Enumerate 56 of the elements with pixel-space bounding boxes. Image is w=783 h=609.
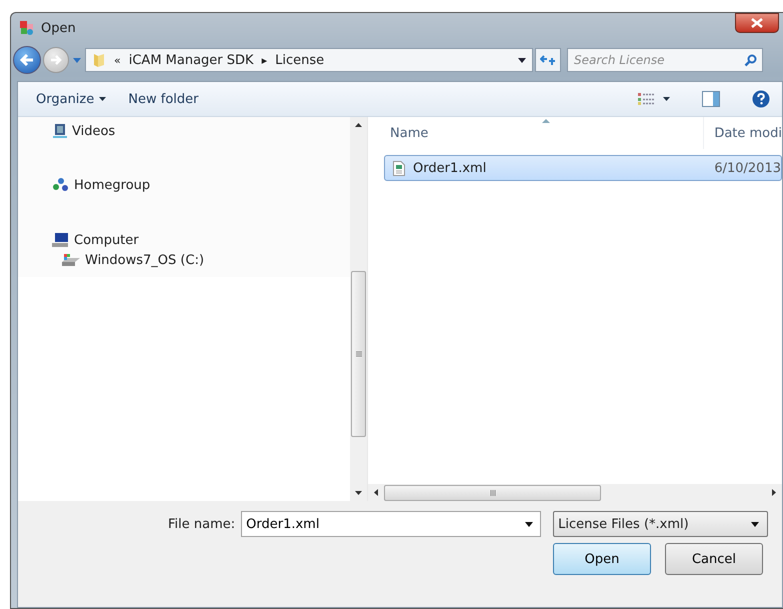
sidebar-item[interactable]: Windows7_OS (C:) bbox=[18, 250, 350, 270]
grip-icon bbox=[490, 490, 496, 496]
computer-icon bbox=[52, 232, 70, 248]
file-name-label: File name: bbox=[168, 516, 236, 532]
preview-pane-icon bbox=[702, 91, 720, 107]
address-bar[interactable]: « iCAM Manager SDK ▸ License bbox=[85, 48, 533, 72]
file-name: Order1.xml bbox=[413, 160, 486, 176]
scrollbar-thumb[interactable] bbox=[384, 484, 601, 500]
dropdown-caret-icon bbox=[751, 522, 760, 526]
refresh-arrows-icon bbox=[540, 54, 556, 66]
organize-menu[interactable]: Organize bbox=[32, 88, 110, 110]
file-type-dropdown[interactable]: License Files (*.xml) bbox=[553, 511, 768, 537]
column-header[interactable]: Date modi bbox=[704, 117, 782, 149]
dropdown-caret-icon[interactable] bbox=[518, 58, 526, 62]
close-button[interactable] bbox=[735, 13, 779, 33]
sidebar-item[interactable]: Homegroup bbox=[18, 175, 350, 195]
homegroup-icon bbox=[52, 177, 70, 193]
file-name-field[interactable]: Order1.xml bbox=[241, 511, 542, 537]
sort-arrow-icon bbox=[542, 119, 550, 123]
open-button[interactable]: Open bbox=[553, 543, 651, 575]
dropdown-caret-icon bbox=[99, 97, 106, 101]
forward-arrow-icon bbox=[49, 54, 63, 66]
search-icon bbox=[744, 54, 757, 67]
app-icon bbox=[19, 20, 35, 36]
new-folder-button[interactable]: New folder bbox=[124, 88, 202, 110]
list-view-icon bbox=[638, 92, 654, 106]
horizontal-scrollbar[interactable] bbox=[368, 484, 782, 501]
breadcrumb-separator[interactable]: ▸ bbox=[262, 54, 268, 66]
sidebar-item[interactable]: Videos bbox=[18, 121, 350, 141]
drive-icon bbox=[61, 253, 81, 267]
window-title: Open bbox=[41, 20, 76, 36]
scroll-down-icon[interactable] bbox=[355, 491, 362, 495]
vertical-scrollbar[interactable] bbox=[350, 117, 367, 501]
breadcrumb[interactable]: iCAM Manager SDK bbox=[128, 52, 254, 68]
file-row[interactable]: Order1.xml 6/10/2013 bbox=[384, 155, 782, 181]
dropdown-caret-icon bbox=[663, 97, 670, 101]
back-button[interactable] bbox=[13, 46, 41, 74]
cancel-button[interactable]: Cancel bbox=[665, 543, 763, 575]
refresh-button[interactable] bbox=[535, 48, 561, 72]
overflow-chevron[interactable]: « bbox=[114, 54, 121, 66]
sidebar-item[interactable]: Computer bbox=[18, 230, 350, 250]
back-arrow-icon bbox=[19, 53, 35, 67]
scrollbar-thumb[interactable] bbox=[351, 271, 366, 437]
scroll-right-icon[interactable] bbox=[772, 489, 776, 496]
date-cell: 6/10/2013 bbox=[714, 160, 781, 176]
folder-icon bbox=[92, 52, 106, 68]
close-icon bbox=[751, 18, 763, 28]
help-icon bbox=[752, 90, 770, 108]
search-field[interactable]: Search License bbox=[567, 48, 763, 72]
grip-icon bbox=[356, 351, 362, 357]
film-icon bbox=[52, 123, 68, 139]
scroll-left-icon[interactable] bbox=[374, 489, 378, 496]
breadcrumb[interactable]: License bbox=[275, 52, 324, 68]
dropdown-caret-icon[interactable] bbox=[525, 522, 534, 527]
xml-file-icon bbox=[393, 160, 405, 176]
scroll-up-icon[interactable] bbox=[355, 123, 362, 127]
